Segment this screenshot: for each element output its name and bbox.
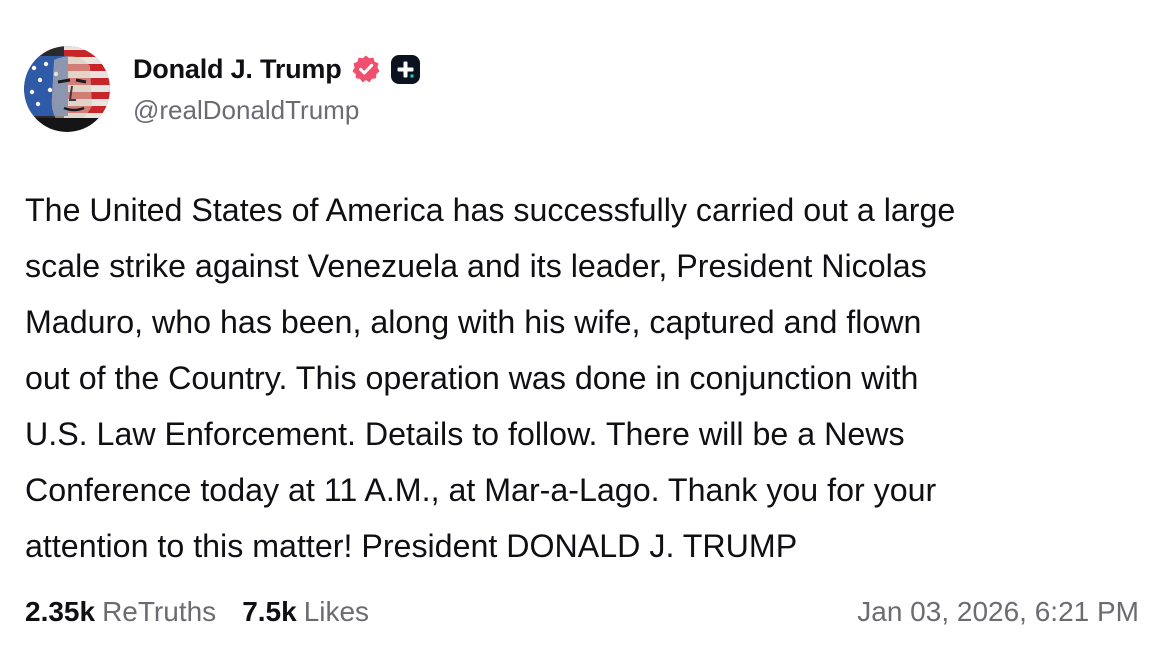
post-body-text: The United States of America has success… <box>25 192 956 564</box>
likes-label: Likes <box>303 596 370 627</box>
likes-count: 7.5k <box>242 596 297 627</box>
retruths-count: 2.35k <box>25 596 96 627</box>
retruths-label: ReTruths <box>102 596 217 627</box>
retruths-stat[interactable]: 2.35k ReTruths <box>25 596 216 628</box>
likes-stat[interactable]: 7.5k Likes <box>242 596 369 628</box>
author-display-name[interactable]: Donald J. Trump <box>133 54 342 85</box>
plus-badge-icon <box>390 54 421 85</box>
post-timestamp[interactable]: Jan 03, 2026, 6:21 PM <box>857 596 1139 628</box>
truth-post: Donald J. Trump @realDonaldTrump The Uni… <box>0 0 1174 646</box>
portrait-avatar-flag <box>24 46 110 132</box>
verified-badge-icon <box>351 54 381 84</box>
author-name-row: Donald J. Trump <box>133 51 421 87</box>
author-handle[interactable]: @realDonaldTrump <box>133 95 359 126</box>
avatar[interactable] <box>24 46 110 132</box>
post-footer: 2.35k ReTruths 7.5k Likes Jan 03, 2026, … <box>25 590 1139 634</box>
